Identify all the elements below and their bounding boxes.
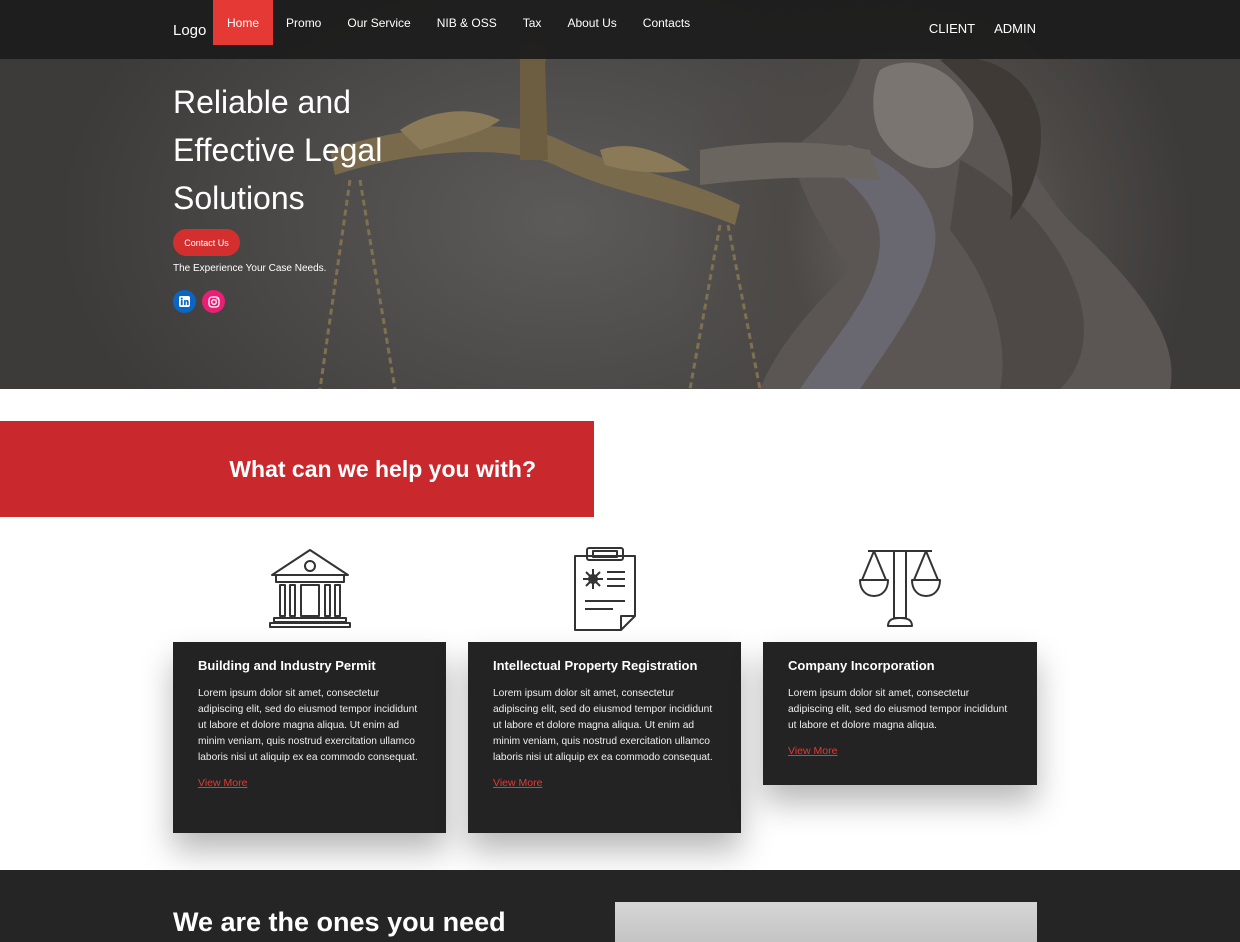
service-card-company-incorporation: Company Incorporation Lorem ipsum dolor … (763, 642, 1037, 785)
nav-promo[interactable]: Promo (273, 0, 334, 45)
view-more-link[interactable]: View More (493, 777, 542, 789)
help-banner: What can we help you with? (0, 421, 594, 517)
admin-link[interactable]: ADMIN (994, 21, 1036, 36)
client-link[interactable]: CLIENT (929, 21, 975, 36)
view-more-link[interactable]: View More (788, 745, 837, 757)
nav-home[interactable]: Home (213, 0, 274, 45)
instagram-icon[interactable] (202, 290, 225, 313)
account-links: CLIENT ADMIN (929, 21, 1036, 36)
service-card-title: Building and Industry Permit (198, 658, 376, 673)
hero-section: Logo Home Promo Our Service NIB & OSS Ta… (0, 0, 1240, 389)
service-card-description: Lorem ipsum dolor sit amet, consectetur … (198, 688, 418, 763)
service-card-intellectual-property: Intellectual Property Registration Lorem… (468, 642, 741, 833)
about-image (615, 902, 1037, 942)
service-card-building-permit: Building and Industry Permit Lorem ipsum… (173, 642, 446, 833)
about-section: We are the ones you need (0, 870, 1240, 942)
hero-tagline: The Experience Your Case Needs. (173, 263, 327, 274)
help-title: What can we help you with? (229, 456, 536, 482)
linkedin-icon[interactable] (173, 290, 196, 313)
contact-us-button[interactable]: Contact Us (173, 229, 240, 256)
nav-nib-oss[interactable]: NIB & OSS (424, 0, 510, 45)
top-navigation-bar: Logo Home Promo Our Service NIB & OSS Ta… (0, 0, 1240, 59)
nav-about-us[interactable]: About Us (554, 0, 629, 45)
nav-contacts[interactable]: Contacts (630, 0, 703, 45)
logo[interactable]: Logo (173, 22, 206, 39)
bank-building-icon (269, 549, 351, 628)
hero-title: Reliable and Effective Legal Solutions (173, 84, 383, 216)
view-more-link[interactable]: View More (198, 777, 247, 789)
about-title: We are the ones you need (173, 907, 506, 937)
service-card-description: Lorem ipsum dolor sit amet, consectetur … (493, 688, 713, 763)
service-card-title: Company Incorporation (788, 658, 935, 673)
nav-tax[interactable]: Tax (510, 0, 555, 45)
scales-icon (859, 550, 941, 627)
service-card-title: Intellectual Property Registration (493, 658, 698, 673)
service-card-description: Lorem ipsum dolor sit amet, consectetur … (788, 688, 1008, 731)
nav-our-service[interactable]: Our Service (334, 0, 423, 45)
clipboard-document-icon (574, 547, 636, 631)
main-nav: Home Promo Our Service NIB & OSS Tax Abo… (213, 0, 703, 45)
